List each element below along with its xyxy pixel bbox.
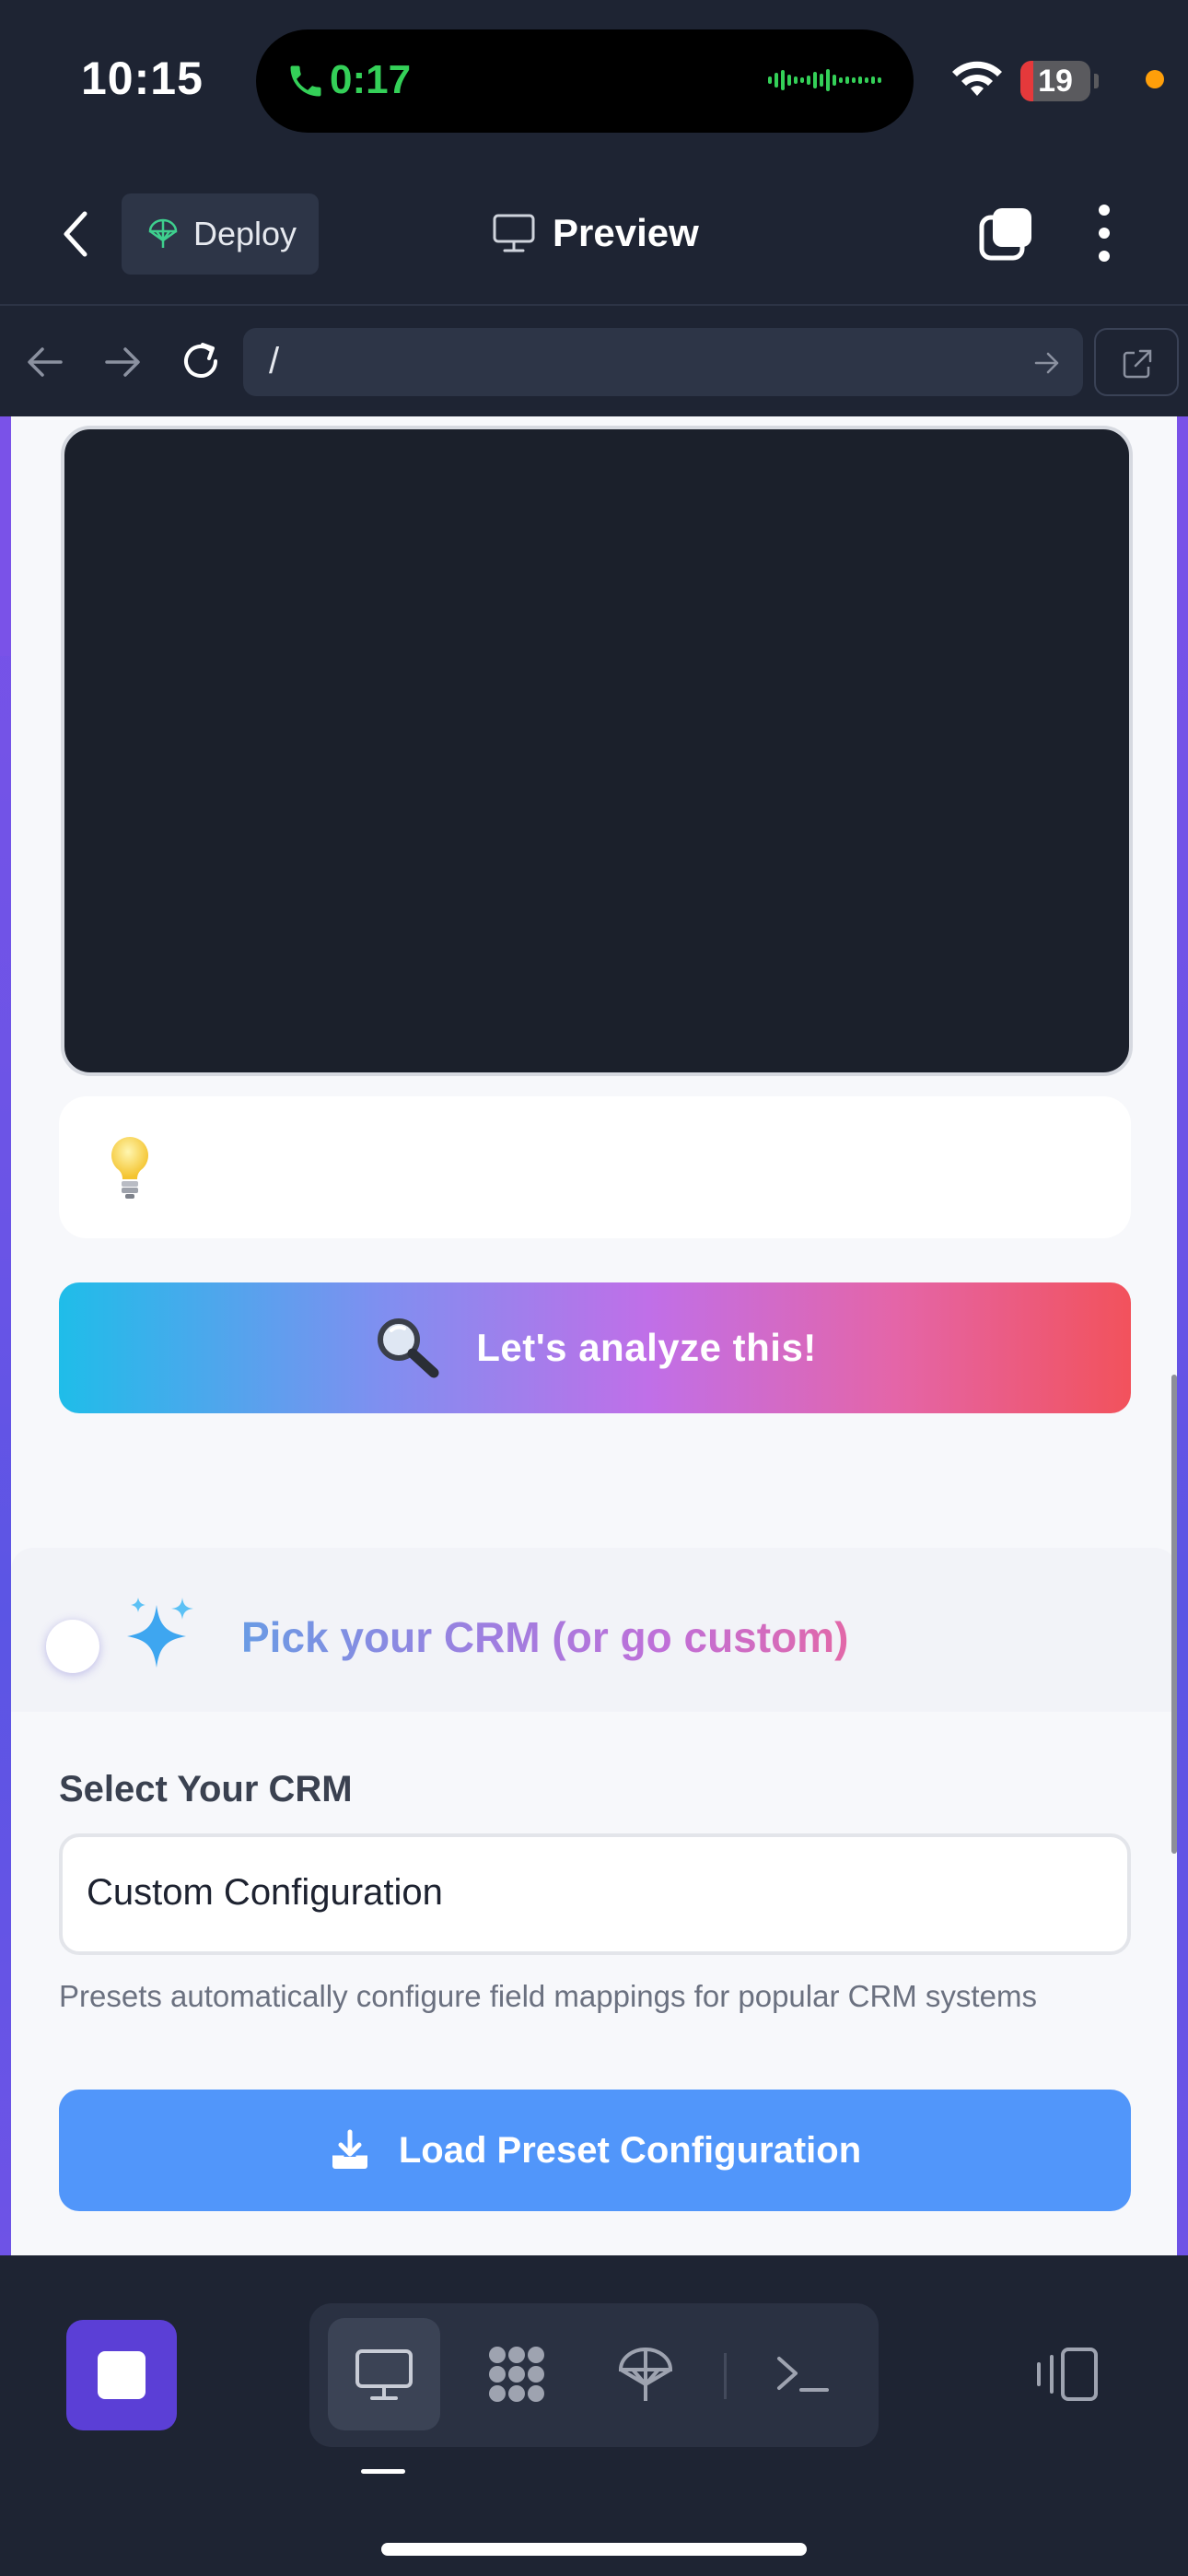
download-icon — [332, 2129, 367, 2169]
monitor-icon — [493, 214, 535, 252]
back-chevron-icon[interactable] — [55, 208, 99, 260]
wifi-icon — [952, 61, 1002, 96]
left-edge-strip — [0, 416, 11, 656]
browser-url-bar: / — [0, 306, 1188, 416]
text-input-area[interactable] — [61, 426, 1133, 1076]
toolbar-divider — [724, 2353, 727, 2399]
crm-select-label: Select Your CRM — [59, 1769, 353, 1809]
crm-card-header: Pick your CRM (or go custom) — [11, 1548, 1177, 1712]
deploy-icon — [618, 2348, 673, 2401]
preview-tab[interactable]: Preview — [492, 208, 699, 258]
tip-box — [59, 1096, 1131, 1238]
deploy-label: Deploy — [193, 215, 297, 252]
scrollbar[interactable] — [1171, 1375, 1177, 1854]
audio-waveform-icon — [768, 69, 881, 91]
deploy-icon — [148, 218, 178, 248]
stop-button[interactable] — [66, 2320, 177, 2430]
analyze-button-label: Let's analyze this! — [476, 1326, 817, 1369]
crm-select[interactable]: Custom Configuration — [59, 1833, 1131, 1955]
lightbulb-icon — [111, 1137, 148, 1199]
deploy-button[interactable]: Deploy — [122, 193, 319, 275]
terminal-icon — [777, 2357, 829, 2392]
terminal-tool-button[interactable] — [746, 2318, 858, 2430]
more-options-icon[interactable] — [1090, 203, 1118, 263]
crm-helper-text: Presets automatically configure field ma… — [59, 1979, 1037, 2013]
arrow-left-icon[interactable] — [26, 345, 64, 380]
collapse-toggle[interactable] — [46, 1620, 99, 1673]
analyze-button[interactable]: Let's analyze this! — [59, 1282, 1131, 1413]
web-preview-viewport[interactable]: Let's analyze this! Pick your CRM (or go… — [0, 416, 1188, 2255]
load-preset-button[interactable]: Load Preset Configuration — [59, 2090, 1131, 2211]
status-time: 10:15 — [81, 53, 204, 104]
url-text: / — [269, 341, 280, 381]
dynamic-island[interactable]: 0:17 — [256, 29, 914, 133]
desktop-tool-button[interactable] — [328, 2318, 440, 2430]
reload-icon[interactable] — [179, 339, 223, 383]
desktop-icon — [355, 2349, 413, 2400]
tabs-icon[interactable] — [978, 205, 1035, 262]
go-arrow-icon[interactable] — [1033, 350, 1061, 376]
external-link-icon — [1123, 349, 1152, 379]
crm-select-value: Custom Configuration — [87, 1872, 443, 1913]
battery-level: 19 — [1038, 64, 1073, 99]
url-input[interactable]: / — [243, 328, 1083, 396]
device-toggle-icon[interactable] — [1031, 2344, 1101, 2405]
grid-icon — [489, 2347, 544, 2402]
app-header: Deploy Preview — [0, 157, 1188, 306]
page-title: Preview — [553, 211, 699, 254]
crm-config-card: Pick your CRM (or go custom) Select Your… — [11, 1548, 1177, 2255]
crm-section-title: Pick your CRM (or go custom) — [241, 1613, 849, 1661]
open-external-button[interactable] — [1094, 328, 1179, 396]
sparkles-icon — [127, 1598, 193, 1668]
phone-icon — [290, 65, 321, 97]
deploy-tool-button[interactable] — [589, 2318, 702, 2430]
grid-tool-button[interactable] — [460, 2318, 573, 2430]
active-tool-indicator — [361, 2469, 405, 2474]
status-bar: 10:15 0:17 19 — [0, 0, 1188, 157]
tool-switcher — [309, 2303, 879, 2447]
privacy-indicator-dot — [1146, 70, 1164, 88]
call-timer: 0:17 — [330, 57, 412, 102]
magnifier-icon — [378, 1318, 439, 1378]
battery-indicator: 19 — [1020, 61, 1099, 101]
arrow-right-icon[interactable] — [103, 345, 142, 380]
bottom-toolbar — [0, 2255, 1188, 2576]
home-indicator[interactable] — [381, 2543, 807, 2556]
load-preset-label: Load Preset Configuration — [398, 2129, 862, 2171]
stop-icon — [98, 2351, 146, 2399]
